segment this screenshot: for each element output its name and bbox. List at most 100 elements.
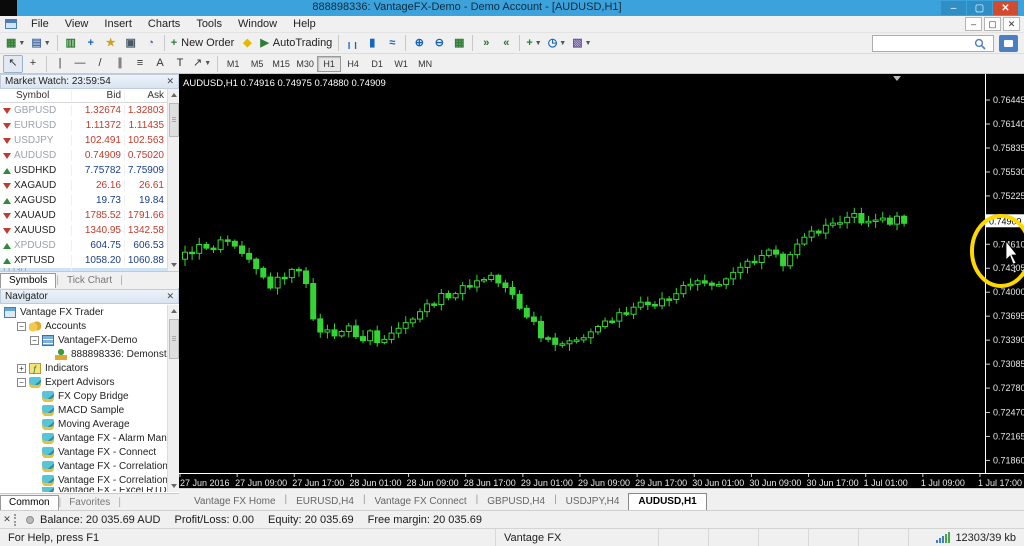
- market-watch-row[interactable]: USDJPY102.491102.563: [0, 133, 167, 148]
- collapse-icon[interactable]: −: [17, 322, 26, 331]
- market-watch-row[interactable]: USDHKD7.757827.75909: [0, 163, 167, 178]
- timeframe-d1[interactable]: D1: [365, 56, 389, 72]
- candlestick-button[interactable]: ▮: [362, 34, 382, 52]
- market-watch-row[interactable]: XAGAUD26.1626.61: [0, 178, 167, 193]
- chart-tab-vantage-fx-home[interactable]: Vantage FX Home: [185, 494, 285, 510]
- chart-tab-audusd-h1[interactable]: AUDUSD,H1: [628, 493, 706, 510]
- tree-item-vantage-fx-connect[interactable]: Vantage FX - Connect: [0, 445, 167, 459]
- mdi-restore-button[interactable]: ▢: [984, 17, 1001, 31]
- search-icon[interactable]: [973, 37, 987, 51]
- timeframe-m15[interactable]: M15: [269, 56, 293, 72]
- crosshair-tool[interactable]: +: [23, 55, 43, 73]
- chart-window[interactable]: 0.764450.761400.758350.755300.752250.749…: [179, 74, 1024, 488]
- menu-item-view[interactable]: View: [57, 17, 97, 31]
- tree-item-macd-sample[interactable]: MACD Sample: [0, 403, 167, 417]
- zoom-out-button[interactable]: ⊖: [429, 34, 449, 52]
- tree-item-moving-average[interactable]: Moving Average: [0, 417, 167, 431]
- timeframe-m5[interactable]: M5: [245, 56, 269, 72]
- minimize-button[interactable]: –: [941, 1, 966, 15]
- tree-item-vantage-fx-trader[interactable]: Vantage FX Trader: [0, 305, 167, 319]
- terminal-grip[interactable]: [14, 514, 18, 526]
- close-button[interactable]: ✕: [993, 1, 1018, 15]
- tile-windows-button[interactable]: ▦: [449, 34, 469, 52]
- menu-item-insert[interactable]: Insert: [96, 17, 140, 31]
- text-label-tool[interactable]: T: [170, 55, 190, 73]
- mdi-minimize-button[interactable]: –: [965, 17, 982, 31]
- market-watch-row[interactable]: EURUSD1.113721.11435: [0, 118, 167, 133]
- market-watch-toggle[interactable]: ▥: [61, 34, 81, 52]
- column-bid[interactable]: Bid: [72, 90, 125, 101]
- menu-item-window[interactable]: Window: [230, 17, 285, 31]
- chart-tab-gbpusd-h4[interactable]: GBPUSD,H4: [478, 494, 554, 510]
- chart-tab-vantage-fx-connect[interactable]: Vantage FX Connect: [366, 494, 476, 510]
- market-watch-row[interactable]: XPTUSD1058.201060.88: [0, 253, 167, 268]
- market-watch-row[interactable]: AUDUSD0.749090.75020: [0, 148, 167, 163]
- timeframe-h1[interactable]: H1: [317, 56, 341, 72]
- tree-item-expert-advisors[interactable]: −Expert Advisors: [0, 375, 167, 389]
- periods-button[interactable]: ◷▼: [545, 34, 570, 52]
- vertical-line-tool[interactable]: |: [50, 55, 70, 73]
- market-watch-scrollbar[interactable]: [167, 89, 179, 271]
- market-watch-row[interactable]: XPDUSD604.75606.53: [0, 238, 167, 253]
- text-tool[interactable]: A: [150, 55, 170, 73]
- chart-tab-usdjpy-h4[interactable]: USDJPY,H4: [557, 494, 629, 510]
- column-ask[interactable]: Ask: [125, 90, 167, 101]
- column-symbol[interactable]: Symbol: [0, 90, 72, 101]
- tree-item-888898336-demonstrati[interactable]: 888898336: Demonstrati: [0, 347, 167, 361]
- market-watch-row[interactable]: XAUUSD1340.951342.58: [0, 223, 167, 238]
- tab-tick-chart[interactable]: Tick Chart: [59, 274, 120, 288]
- market-watch-row[interactable]: XAUAUD1785.521791.66: [0, 208, 167, 223]
- strategy-tester-toggle[interactable]: ◔: [141, 34, 161, 52]
- navigator-scrollbar[interactable]: [167, 305, 179, 492]
- timeframe-mn[interactable]: MN: [413, 56, 437, 72]
- tree-item-fx-copy-bridge[interactable]: FX Copy Bridge: [0, 389, 167, 403]
- navigator-close-icon[interactable]: ✕: [166, 291, 174, 302]
- tree-item-indicators[interactable]: +ƒIndicators: [0, 361, 167, 375]
- navigator-toggle[interactable]: ★: [101, 34, 121, 52]
- tree-item-accounts[interactable]: −Accounts: [0, 319, 167, 333]
- fibonacci-tool[interactable]: ≡: [130, 55, 150, 73]
- chart-tab-eurusd-h4[interactable]: EURUSD,H4: [287, 494, 363, 510]
- scrollbar-thumb[interactable]: [169, 103, 179, 137]
- cursor-tool[interactable]: ↖: [3, 55, 23, 73]
- status-broker-cell[interactable]: Vantage FX: [496, 529, 659, 546]
- menu-item-file[interactable]: File: [23, 17, 57, 31]
- mdi-close-button[interactable]: ✕: [1003, 17, 1020, 31]
- bar-chart-button[interactable]: ╷╷: [342, 34, 362, 52]
- templates-button[interactable]: ▧▼: [569, 34, 594, 52]
- arrows-tool[interactable]: ↗▼: [190, 55, 214, 73]
- channel-tool[interactable]: ∥: [110, 55, 130, 73]
- market-watch-row[interactable]: XAGUSD19.7319.84: [0, 193, 167, 208]
- menu-item-charts[interactable]: Charts: [140, 17, 188, 31]
- collapse-icon[interactable]: −: [30, 336, 39, 345]
- horizontal-line-tool[interactable]: —: [70, 55, 90, 73]
- expand-icon[interactable]: +: [17, 364, 26, 373]
- timeframe-m30[interactable]: M30: [293, 56, 317, 72]
- candlestick-chart[interactable]: 0.764450.761400.758350.755300.752250.749…: [179, 74, 1024, 488]
- metaquotes-button[interactable]: ◆: [237, 34, 257, 52]
- timeframe-m1[interactable]: M1: [221, 56, 245, 72]
- terminal-toggle[interactable]: ▣: [121, 34, 141, 52]
- data-window-toggle[interactable]: +: [81, 34, 101, 52]
- scrollbar-thumb[interactable]: [169, 319, 179, 359]
- search-input[interactable]: [873, 37, 973, 51]
- market-watch-row[interactable]: GBPUSD1.326741.32803: [0, 103, 167, 118]
- tab-favorites[interactable]: Favorites: [61, 496, 118, 510]
- trendline-tool[interactable]: /: [90, 55, 110, 73]
- indicators-button[interactable]: +▼: [523, 34, 544, 52]
- new-chart-button[interactable]: ▦▼: [3, 34, 28, 52]
- market-watch-close-icon[interactable]: ✕: [166, 76, 174, 87]
- tree-item-vantagefx-demo[interactable]: −VantageFX-Demo: [0, 333, 167, 347]
- community-chat-button[interactable]: [999, 35, 1018, 52]
- profiles-button[interactable]: ▤▼: [28, 34, 53, 52]
- tree-item-vantage-fx-alarm-manage[interactable]: Vantage FX - Alarm Manage: [0, 431, 167, 445]
- tree-item-vantage-fx-correlation-tra[interactable]: Vantage FX - Correlation Tra: [0, 473, 167, 487]
- menu-item-tools[interactable]: Tools: [188, 17, 230, 31]
- chart-shift-button[interactable]: «: [496, 34, 516, 52]
- auto-scroll-button[interactable]: »: [476, 34, 496, 52]
- autotrading-button[interactable]: ▶AutoTrading: [257, 34, 335, 52]
- zoom-in-button[interactable]: ⊕: [409, 34, 429, 52]
- timeframe-h4[interactable]: H4: [341, 56, 365, 72]
- terminal-close-icon[interactable]: ✕: [0, 514, 14, 525]
- timeframe-w1[interactable]: W1: [389, 56, 413, 72]
